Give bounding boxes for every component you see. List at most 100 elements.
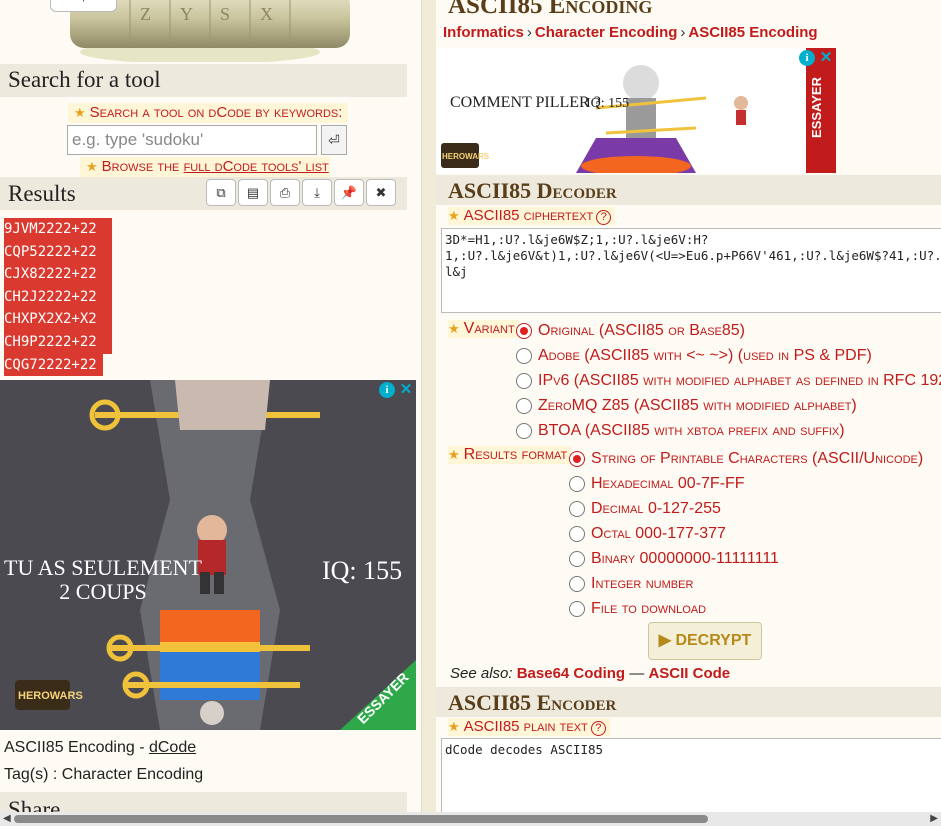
variant-option-adobe[interactable]: Adobe (ASCII85 with <~ ~>) (used in PS &…: [516, 347, 872, 365]
dcode-logo[interactable]: Z Y S X ✦: [50, 0, 350, 64]
encoder-heading: ASCII85 Encoder: [448, 690, 617, 715]
search-submit-button[interactable]: ⏎: [321, 125, 347, 155]
svg-text:S: S: [220, 4, 230, 24]
ad-info-icon[interactable]: i: [799, 50, 815, 66]
search-label: ★ Search a tool on dCode by keywords:: [68, 103, 348, 123]
format-option-hex[interactable]: Hexadecimal 00-7F-FF: [569, 475, 745, 493]
browse-tools-link[interactable]: ★ Browse the full dCode tools' list: [80, 157, 330, 177]
format-option-string[interactable]: String of Printable Characters (ASCII/Un…: [569, 450, 923, 468]
plaintext-label: ★ ASCII85 plain text?: [448, 718, 610, 736]
result-line[interactable]: CHXPX2X2+X2: [4, 308, 112, 331]
home-button[interactable]: ✦: [50, 0, 117, 12]
result-line[interactable]: CH2J2222+22: [4, 285, 112, 309]
help-icon[interactable]: ?: [596, 210, 612, 225]
share-heading: Share: [8, 797, 61, 812]
ad-caption: COMMENT PILLER ?: [450, 94, 601, 111]
ad-close-icon[interactable]: ✕: [818, 50, 834, 66]
plaintext-input[interactable]: dCode decodes ASCII85: [441, 738, 941, 812]
radio-icon[interactable]: [516, 423, 532, 439]
radio-selected-icon[interactable]: [569, 451, 585, 467]
see-also-base64-link[interactable]: Base64 Coding: [517, 665, 625, 682]
ciphertext-label: ★ ASCII85 ciphertext?: [448, 207, 616, 225]
result-line[interactable]: CQG72222+22: [4, 353, 103, 377]
ad-caption-right: IQ: 155: [322, 556, 403, 585]
variant-option-original[interactable]: Original (ASCII85 or Base85): [516, 322, 745, 340]
search-input[interactable]: e.g. type 'sudoku': [67, 125, 317, 155]
radio-icon[interactable]: [516, 398, 532, 414]
result-line[interactable]: CJX82222+22: [4, 263, 112, 286]
ad-info-icon[interactable]: i: [379, 382, 395, 398]
decoder-section-header: ASCII85 Decoder: [436, 175, 941, 205]
breadcrumb-ascii85[interactable]: ASCII85 Encoding: [688, 24, 817, 41]
main-content: ASCII85 Encoding Informatics › Character E…: [436, 0, 941, 812]
download-button[interactable]: ⤓: [302, 179, 332, 206]
result-line[interactable]: CH9P2222+22: [4, 330, 112, 354]
search-section-header: Search for a tool: [0, 64, 407, 97]
ad-caption-left: TU AS SEULEMENT 2 COUPS: [4, 555, 202, 604]
format-option-octal[interactable]: Octal 000-177-377: [569, 525, 726, 543]
radio-icon[interactable]: [569, 526, 585, 542]
results-heading: Results: [8, 181, 76, 206]
variant-label: ★ Variant: [448, 320, 519, 338]
ad-brand: HEROWARS: [18, 690, 83, 702]
radio-icon[interactable]: [569, 551, 585, 567]
breadcrumb-character-encoding[interactable]: Character Encoding: [535, 24, 678, 41]
scroll-right-icon[interactable]: ▶: [930, 812, 938, 826]
variant-option-ipv6[interactable]: IPv6 (ASCII85 with modified alphabet as …: [516, 372, 941, 390]
clipboard-button[interactable]: ▤: [238, 179, 268, 206]
radio-icon[interactable]: [516, 348, 532, 364]
format-option-file[interactable]: File to download: [569, 600, 706, 618]
svg-text:Y: Y: [180, 4, 193, 24]
left-sidebar: Z Y S X ✦ Search for a tool ★Search a to…: [0, 0, 421, 812]
radio-icon[interactable]: [516, 373, 532, 389]
ad-controls: i ✕: [799, 50, 834, 66]
svg-text:Z: Z: [140, 4, 151, 24]
svg-text:X: X: [260, 4, 273, 24]
results-list: 9JVM2222+22 CQP52222+22 CJX82222+22 CH2J…: [4, 218, 112, 377]
scroll-left-icon[interactable]: ◀: [3, 812, 11, 826]
radio-icon[interactable]: [569, 601, 585, 617]
format-option-integer[interactable]: Integer number: [569, 575, 693, 593]
star-icon: ★: [448, 321, 460, 336]
ad-brand: HEROWARS: [442, 152, 490, 161]
see-also-ascii-link[interactable]: ASCII Code: [648, 665, 730, 682]
scrollbar-thumb[interactable]: [14, 815, 708, 823]
page-title: ASCII85 Encoding: [448, 0, 653, 19]
top-advertisement[interactable]: COMMENT PILLER ? IQ: 155 ESSAYER HEROWAR…: [436, 48, 836, 173]
ad-controls: i ✕: [379, 382, 414, 398]
copy-button[interactable]: ⧉: [206, 179, 236, 206]
star-icon: ★: [74, 105, 86, 120]
dcode-link[interactable]: dCode: [149, 739, 196, 756]
ad-close-icon[interactable]: ✕: [398, 382, 414, 398]
radio-icon[interactable]: [569, 576, 585, 592]
radio-icon[interactable]: [569, 501, 585, 517]
decrypt-button[interactable]: ▶ DECRYPT: [648, 622, 762, 660]
close-results-button[interactable]: ✖: [366, 179, 396, 206]
pin-button[interactable]: 📌: [334, 179, 364, 206]
variant-option-btoa[interactable]: BTOA (ASCII85 with xbtoa prefix and suff…: [516, 422, 845, 440]
search-heading: Search for a tool: [8, 67, 161, 92]
breadcrumb: Informatics › Character Encoding › ASCII85 E…: [443, 24, 818, 41]
decoder-heading: ASCII85 Decoder: [448, 178, 617, 203]
variant-option-zeromq[interactable]: ZeroMQ Z85 (ASCII85 with modified alphab…: [516, 397, 857, 415]
radio-icon[interactable]: [569, 476, 585, 492]
print-button[interactable]: ⎙: [270, 179, 300, 206]
format-label: ★ Results format: [448, 446, 572, 464]
ad-banner[interactable]: ESSAYER: [809, 77, 824, 138]
radio-selected-icon[interactable]: [516, 323, 532, 339]
star-icon: ★: [448, 447, 460, 462]
page-title-line: ASCII85 Encoding - dCode: [4, 739, 197, 756]
horizontal-scrollbar[interactable]: ◀ ▶: [0, 812, 941, 826]
result-line[interactable]: CQP52222+22: [4, 240, 112, 264]
format-option-decimal[interactable]: Decimal 0-127-255: [569, 500, 721, 518]
star-icon: ★: [86, 159, 98, 174]
ciphertext-input[interactable]: 3D*=H1,:U?.l&je6W$Z;1,:U?.l&je6V:H? 1,:U…: [441, 228, 941, 313]
help-icon[interactable]: ?: [590, 721, 606, 736]
star-icon: ★: [448, 208, 460, 223]
left-advertisement[interactable]: TU AS SEULEMENT 2 COUPS IQ: 155 HEROWARS…: [0, 380, 416, 730]
see-also: See also: Base64 Coding — ASCII Code: [450, 665, 731, 682]
format-option-binary[interactable]: Binary 00000000-11111111: [569, 550, 779, 568]
breadcrumb-informatics[interactable]: Informatics: [443, 24, 524, 41]
ad-iq: IQ: 155: [586, 96, 630, 111]
result-line[interactable]: 9JVM2222+22: [4, 218, 112, 241]
